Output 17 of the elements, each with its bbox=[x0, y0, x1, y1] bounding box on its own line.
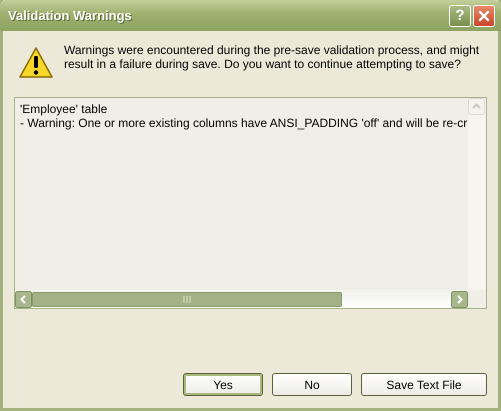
horizontal-scrollbar[interactable] bbox=[15, 290, 468, 308]
scroll-up-icon bbox=[468, 98, 485, 115]
dialog-button[interactable]: Save Text File bbox=[361, 373, 487, 396]
close-button[interactable] bbox=[473, 4, 495, 26]
vertical-scrollbar[interactable] bbox=[468, 98, 486, 290]
warning-icon bbox=[18, 46, 54, 80]
scroll-right-icon bbox=[451, 290, 468, 308]
scroll-left-icon bbox=[15, 290, 32, 308]
close-icon bbox=[478, 10, 490, 22]
dialog-button[interactable]: No bbox=[272, 373, 352, 396]
scrollbar-thumb[interactable] bbox=[32, 292, 342, 306]
window-title: Validation Warnings bbox=[8, 8, 132, 23]
log-text-area[interactable]: 'Employee' table - Warning: One or more existing columns have ANSI_PADDING 'off' and will be re-cr bbox=[14, 97, 487, 309]
dialog-button[interactable]: Yes bbox=[183, 373, 263, 396]
log-line: 'Employee' table bbox=[20, 102, 108, 116]
grip-icon bbox=[183, 296, 192, 302]
warning-message: Warnings were encountered during the pre-save validation process, and might result in a failure during save. Do you want to continue attempting to save? bbox=[64, 43, 480, 71]
